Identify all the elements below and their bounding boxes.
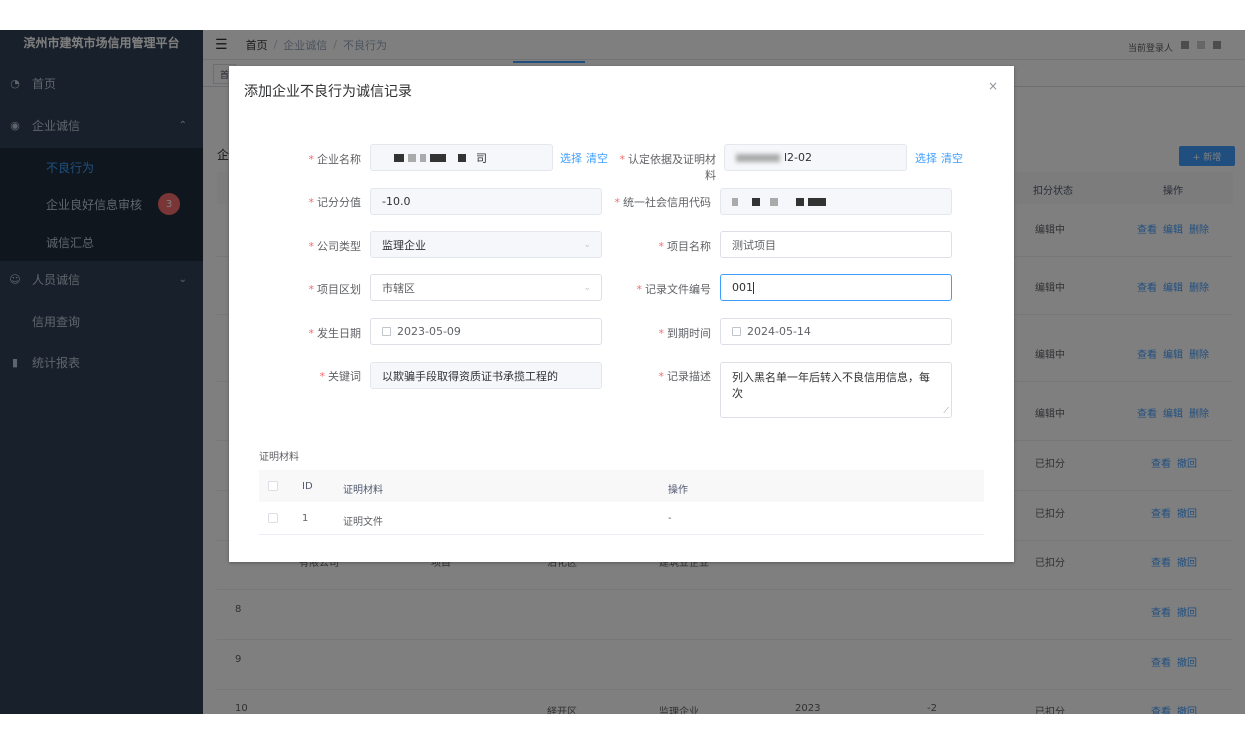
chevron-down-icon: ⌄ [583,282,591,293]
select-all-checkbox[interactable] [268,481,278,491]
expire-date-label: * 到期时间 [658,327,712,340]
credit-code-field[interactable] [720,188,952,215]
description-value: 列入黑名单一年后转入不良信用信息，每次 [732,371,930,400]
column-header-material: 证明材料 [343,485,383,496]
description-textarea[interactable]: 列入黑名单一年后转入不良信用信息，每次 ⟋ [720,362,952,418]
company-type-select[interactable]: 监理企业 ⌄ [370,231,602,258]
materials-section-title: 证明材料 [259,452,299,463]
material-ops: - [668,513,672,524]
company-type-label: * 公司类型 [308,240,362,253]
basis-clear-link[interactable]: 清空 [941,150,963,166]
district-label: * 项目区划 [308,283,362,296]
company-type-value: 监理企业 [382,238,426,252]
materials-table-header: ID 证明材料 操作 [259,470,984,502]
description-label: * 记录描述 [658,370,712,383]
doc-no-field[interactable]: 001 [720,274,952,301]
score-field[interactable]: -10.0 [370,188,602,215]
project-name-field[interactable]: 测试项目 [720,231,952,258]
basis-select-link[interactable]: 选择 [915,150,937,166]
district-value: 市辖区 [382,281,415,295]
material-name: 证明文件 [343,517,383,528]
credit-code-label: * 统一社会信用代码 [614,196,712,209]
company-clear-link[interactable]: 清空 [586,150,608,166]
basis-suffix: l2-02 [784,151,813,164]
company-name-field[interactable]: 司 [370,144,553,171]
add-record-dialog: 添加企业不良行为诚信记录 × * 企业名称 司 选择 清空 * 认定依据及证明材料 … [229,66,1014,562]
column-header-id: ID [302,481,313,492]
basis-field[interactable]: l2-02 [724,144,907,171]
company-name-label: * 企业名称 [308,153,362,166]
keyword-label: * 关键词 [319,370,362,383]
resize-handle-icon[interactable]: ⟋ [943,406,949,416]
company-select-link[interactable]: 选择 [560,150,582,166]
text-cursor [753,281,754,294]
close-icon[interactable]: × [988,79,998,93]
expire-date-value: 2024-05-14 [747,325,811,338]
calendar-icon [382,327,391,336]
calendar-icon [732,327,741,336]
project-name-label: * 项目名称 [658,240,712,253]
chevron-down-icon: ⌄ [583,239,591,250]
app-frame: 滨州市建筑市场信用管理平台 ◔ 首页 ◉ 企业诚信 ⌃ 不良行为 企业良好信息审… [0,30,1245,714]
row-checkbox[interactable] [268,513,278,523]
keyword-field[interactable]: 以欺骗手段取得资质证书承揽工程的 [370,362,602,389]
basis-label: * 认定依据及证明材料 [619,153,717,182]
doc-no-label: * 记录文件编号 [636,283,712,296]
materials-table: ID 证明材料 操作 1 证明文件 - [259,470,984,535]
expire-date-picker[interactable]: 2024-05-14 [720,318,952,345]
score-label: * 记分分值 [308,196,362,209]
table-row: 1 证明文件 - [259,502,984,535]
occur-date-label: * 发生日期 [308,327,362,340]
dialog-title: 添加企业不良行为诚信记录 [244,84,412,100]
column-header-ops: 操作 [668,485,688,496]
doc-no-value: 001 [732,281,753,294]
company-name-suffix: 司 [476,151,487,165]
occur-date-picker[interactable]: 2023-05-09 [370,318,602,345]
district-select[interactable]: 市辖区 ⌄ [370,274,602,301]
occur-date-value: 2023-05-09 [397,325,461,338]
material-id: 1 [302,513,309,524]
